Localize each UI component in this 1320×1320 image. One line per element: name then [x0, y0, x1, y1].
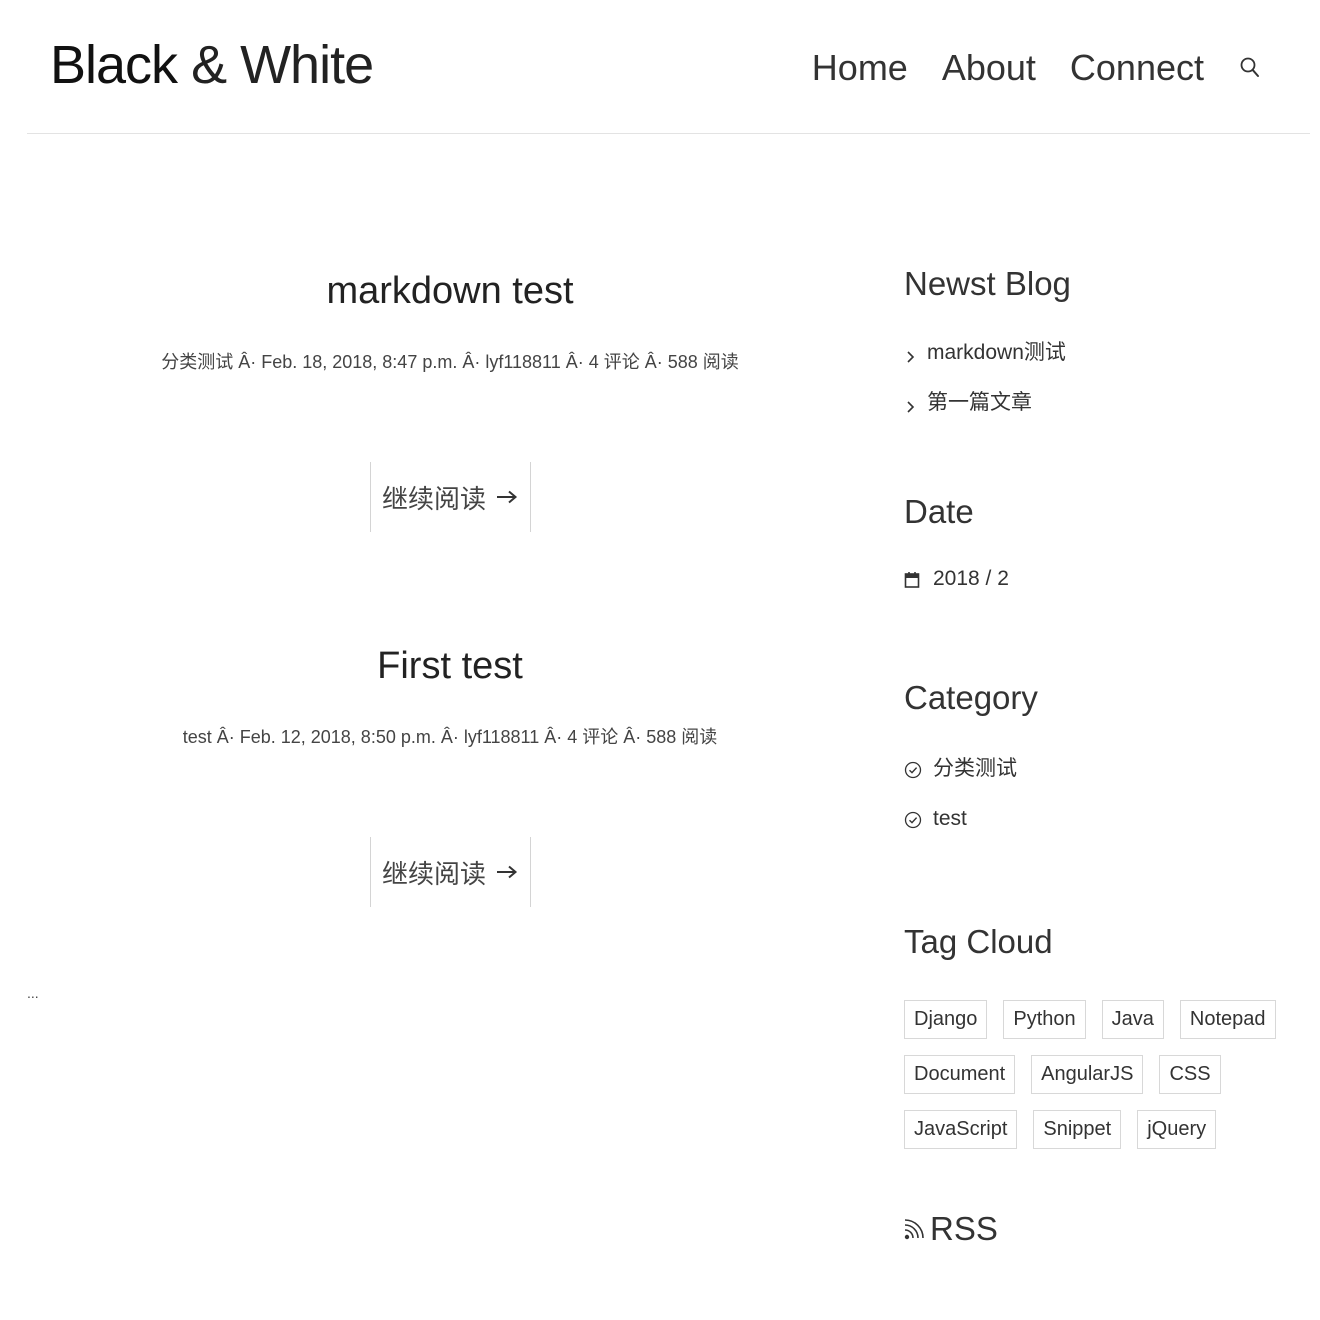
tag-link[interactable]: Snippet	[1033, 1110, 1122, 1149]
arrow-right-icon	[497, 490, 518, 504]
nav-connect[interactable]: Connect	[1070, 44, 1204, 92]
widget-title: Newst Blog	[904, 265, 1071, 302]
tag-cloud: Django Python Java Notepad Document Angu…	[904, 1000, 1284, 1149]
widget-newest-blog: Newst Blog markdown测试 第一篇文章	[904, 262, 1294, 418]
post-item: First test test Â· Feb. 12, 2018, 8:50 p…	[60, 643, 840, 907]
widget-category: Category 分类测试 test	[904, 676, 1294, 834]
pagination-ellipsis: ...	[27, 985, 39, 1001]
list-item: markdown测试	[904, 338, 1294, 368]
tag-link[interactable]: Django	[904, 1000, 988, 1039]
tag-link[interactable]: Notepad	[1179, 1000, 1276, 1039]
header-divider	[27, 133, 1310, 134]
nav-about[interactable]: About	[942, 44, 1036, 92]
site-logo[interactable]: Black & White	[50, 30, 374, 100]
date-list: 2018 / 2	[904, 564, 1294, 594]
rss-label: RSS	[930, 1210, 998, 1247]
arrow-right-icon	[497, 865, 518, 879]
list-item: test	[904, 804, 1294, 834]
chevron-right-icon	[907, 401, 915, 413]
newest-blog-list: markdown测试 第一篇文章	[904, 338, 1294, 418]
widget-title: Category	[904, 679, 1038, 716]
tag-link[interactable]: Document	[904, 1055, 1016, 1094]
calendar-icon	[904, 572, 920, 588]
post-title[interactable]: First test	[60, 643, 840, 689]
widget-title: Tag Cloud	[904, 923, 1053, 960]
read-more-label: 继续阅读	[381, 858, 486, 889]
category-link[interactable]: 分类测试	[933, 754, 1017, 784]
post-meta: 分类测试 Â· Feb. 18, 2018, 8:47 p.m. Â· lyf1…	[161, 352, 739, 372]
search-icon[interactable]	[1238, 54, 1262, 82]
widget-title: Date	[904, 493, 974, 530]
post-meta: test Â· Feb. 12, 2018, 8:50 p.m. Â· lyf1…	[182, 727, 718, 747]
read-more-button[interactable]: 继续阅读	[369, 837, 531, 907]
list-item: 第一篇文章	[904, 388, 1294, 418]
widget-rss: RSS	[904, 1207, 1294, 1251]
check-circle-icon	[904, 811, 922, 829]
tag-link[interactable]: AngularJS	[1031, 1055, 1144, 1094]
category-link[interactable]: test	[933, 804, 967, 834]
widget-tag-cloud: Tag Cloud Django Python Java Notepad Doc…	[904, 920, 1294, 1149]
post-title[interactable]: markdown test	[60, 268, 840, 314]
logo-rest-text: & White	[191, 35, 374, 95]
tag-link[interactable]: JavaScript	[904, 1110, 1018, 1149]
sidebar: Newst Blog markdown测试 第一篇文章 Date 2018 / …	[904, 262, 1294, 1251]
archive-link[interactable]: 2018 / 2	[933, 564, 1009, 594]
read-more-button[interactable]: 继续阅读	[369, 462, 531, 532]
read-more-label: 继续阅读	[381, 483, 486, 514]
check-circle-icon	[904, 761, 922, 779]
rss-icon	[904, 1219, 924, 1240]
widget-date: Date 2018 / 2	[904, 490, 1294, 594]
tag-link[interactable]: Python	[1003, 1000, 1086, 1039]
site-header: Black & White Home About Connect	[0, 0, 1320, 134]
post-item: markdown test 分类测试 Â· Feb. 18, 2018, 8:4…	[60, 268, 840, 532]
list-item: 2018 / 2	[904, 564, 1294, 594]
main-nav: Home About Connect	[812, 44, 1262, 92]
tag-link[interactable]: Java	[1101, 1000, 1164, 1039]
chevron-right-icon	[907, 351, 915, 363]
tag-link[interactable]: CSS	[1159, 1055, 1221, 1094]
nav-home[interactable]: Home	[812, 44, 908, 92]
list-item: 分类测试	[904, 754, 1294, 784]
logo-bold-text: Black	[50, 35, 178, 95]
rss-link[interactable]: RSS	[904, 1207, 1294, 1251]
newest-blog-link[interactable]: markdown测试	[927, 338, 1066, 368]
newest-blog-link[interactable]: 第一篇文章	[927, 388, 1032, 418]
tag-link[interactable]: jQuery	[1137, 1110, 1217, 1149]
category-list: 分类测试 test	[904, 754, 1294, 834]
